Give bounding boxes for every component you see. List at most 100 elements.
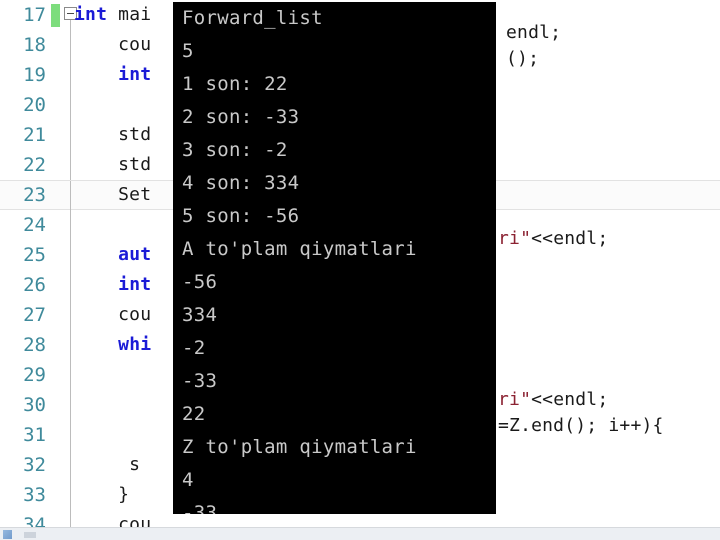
taskbar[interactable] [0, 527, 720, 540]
code-text: std [74, 150, 151, 180]
code-token: =Z.end(); i++){ [498, 415, 664, 436]
code-token: Set [74, 184, 152, 205]
line-number: 27 [23, 304, 46, 326]
code-text: std [74, 120, 151, 150]
code-token: (); [506, 48, 540, 69]
code-token: int [118, 64, 152, 85]
code-text: int mai [74, 0, 151, 30]
code-text-fragment: =Z.end(); i++){ [498, 415, 664, 437]
line-number: 26 [23, 274, 46, 296]
code-token: aut [118, 244, 152, 265]
fold-guide-line [70, 30, 71, 60]
code-token: mai [107, 4, 152, 25]
code-text: Set [74, 181, 151, 209]
code-token: ri" [498, 228, 532, 249]
code-token: <<endl; [531, 228, 609, 249]
console-line: 22 [182, 403, 206, 425]
console-line: Forward_list [182, 7, 323, 29]
fold-guide-line [70, 210, 71, 240]
fold-guide-line [70, 330, 71, 360]
fold-guide-line [70, 60, 71, 90]
code-text: cou [74, 30, 151, 60]
console-line: -56 [182, 271, 218, 293]
console-line: 4 son: 334 [182, 172, 300, 194]
line-number: 20 [23, 94, 46, 116]
fold-guide-line [70, 450, 71, 480]
console-line: 4 [182, 469, 194, 491]
line-number: 21 [23, 124, 46, 146]
code-token: whi [118, 334, 152, 355]
code-token: } [74, 484, 130, 505]
code-text: int [74, 60, 151, 90]
app-root: 17 int mai 18 cou 19 int 20 21 std 22 std 23 Se… [0, 0, 720, 540]
fold-guide-line [70, 420, 71, 450]
console-line: Z to'plam qiymatlari [182, 436, 417, 458]
fold-guide-line [70, 360, 71, 390]
code-text-fragment: ri"<<endl; [498, 228, 608, 250]
code-token: endl; [506, 22, 562, 43]
line-number: 18 [23, 34, 46, 56]
line-number: 22 [23, 154, 46, 176]
code-token: ri" [498, 389, 532, 410]
code-token: std [74, 124, 152, 145]
fold-region[interactable] [64, 90, 82, 120]
line-number: 29 [23, 364, 46, 386]
console-line: 1 son: 22 [182, 73, 288, 95]
console-line: 5 son: -56 [182, 205, 300, 227]
code-token: int [118, 274, 152, 295]
fold-guide-line [70, 181, 71, 211]
console-line: 3 son: -2 [182, 139, 288, 161]
code-token: int [74, 4, 108, 25]
fold-region[interactable] [64, 360, 82, 390]
fold-guide-line [70, 390, 71, 420]
fold-guide-line [70, 90, 71, 120]
taskbar-app-icon[interactable] [3, 530, 12, 539]
fold-guide-line [70, 240, 71, 270]
fold-guide-line [70, 120, 71, 150]
console-line: 5 [182, 40, 194, 62]
fold-guide-line [70, 480, 71, 510]
code-text-fragment: (); [506, 48, 539, 70]
fold-guide-line [70, 270, 71, 300]
fold-region[interactable] [64, 420, 82, 450]
fold-guide-line [70, 150, 71, 180]
line-number: 23 [23, 184, 46, 206]
fold-region[interactable] [64, 390, 82, 420]
fold-region[interactable] [64, 210, 82, 240]
taskbar-window-icon[interactable] [24, 532, 36, 538]
console-line: -2 [182, 337, 206, 359]
console-line: 334 [182, 304, 218, 326]
console-line: 2 son: -33 [182, 106, 300, 128]
console-line: -33 [182, 502, 218, 514]
code-token: cou [74, 304, 152, 325]
code-token: s [74, 454, 141, 475]
line-number: 24 [23, 214, 46, 236]
console-line: A to'plam qiymatlari [182, 238, 417, 260]
code-token: std [74, 154, 152, 175]
line-number: 33 [23, 484, 46, 506]
line-number: 25 [23, 244, 46, 266]
line-number: 31 [23, 424, 46, 446]
line-number: 28 [23, 334, 46, 356]
code-text: int [74, 270, 151, 300]
line-number: 19 [23, 64, 46, 86]
console-line: -33 [182, 370, 218, 392]
line-number: 30 [23, 394, 46, 416]
code-text: cou [74, 300, 151, 330]
line-number: 17 [23, 4, 46, 26]
console-output-window[interactable]: Forward_list 5 1 son: 22 2 son: -33 3 son: -… [173, 2, 496, 514]
code-text: whi [74, 330, 151, 360]
change-indicator-bar [51, 4, 60, 27]
fold-guide-line [70, 300, 71, 330]
code-text-fragment: endl; [506, 22, 561, 44]
code-token: cou [74, 34, 152, 55]
code-text: } [74, 480, 129, 510]
fold-guide-line [70, 20, 71, 30]
code-text: aut [74, 240, 151, 270]
code-text-fragment: ri"<<endl; [498, 389, 608, 411]
code-token: <<endl; [531, 389, 609, 410]
